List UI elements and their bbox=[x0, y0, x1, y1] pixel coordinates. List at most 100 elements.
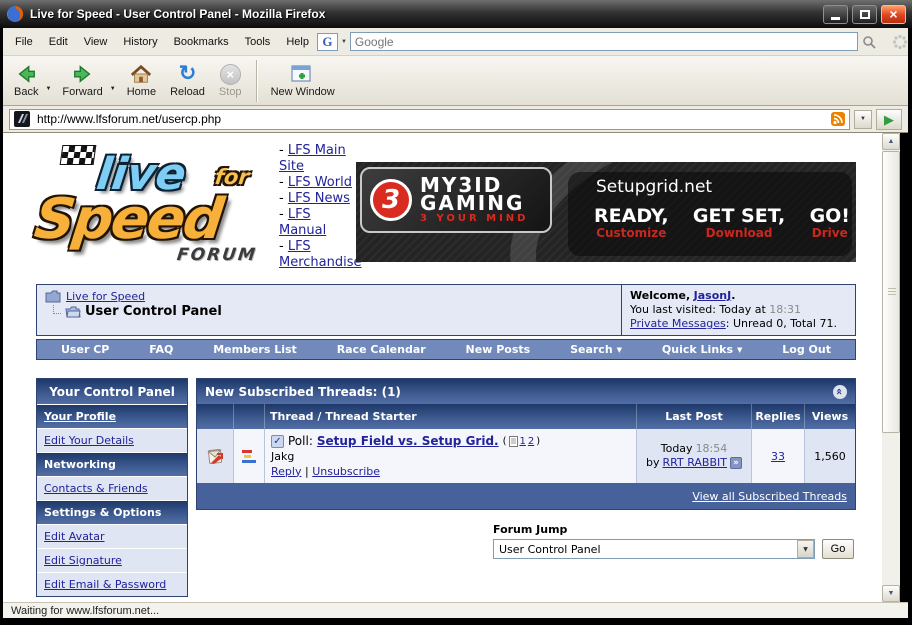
replies-count-link[interactable]: 33 bbox=[771, 450, 785, 463]
search-input[interactable] bbox=[349, 32, 858, 51]
back-dropdown-icon[interactable]: ▼ bbox=[45, 86, 51, 92]
menu-edit[interactable]: Edit bbox=[41, 31, 76, 53]
sidebar-item-contacts-friends[interactable]: Contacts & Friends bbox=[37, 476, 187, 500]
goto-last-post-button[interactable]: » bbox=[729, 457, 742, 469]
my3id-circle-icon: 3 bbox=[370, 179, 412, 221]
logo-speed-text: Speed bbox=[31, 187, 226, 252]
welcome-box: Welcome, JasonJ. You last visited: Today… bbox=[621, 285, 855, 335]
menu-history[interactable]: History bbox=[115, 31, 165, 53]
maximize-icon bbox=[859, 9, 870, 19]
forum-jump-go-button[interactable]: Go bbox=[822, 539, 854, 559]
last-post-user-link[interactable]: RRT RABBIT bbox=[663, 456, 727, 470]
url-dropdown-icon[interactable]: ▼ bbox=[854, 109, 872, 129]
nav-search[interactable]: Search ▼ bbox=[570, 343, 622, 356]
unsubscribe-link[interactable]: Unsubscribe bbox=[312, 465, 380, 478]
close-button[interactable]: × bbox=[881, 4, 906, 24]
check-icon: ✓ bbox=[273, 435, 282, 447]
last-visit-time: 18:31 bbox=[769, 303, 801, 316]
sidebar-item-edit-avatar[interactable]: Edit Avatar bbox=[37, 524, 187, 548]
ad-banner[interactable]: 3 MY3ID GAMING 3 YOUR MIND Setupgrid.net… bbox=[356, 162, 856, 262]
reply-link[interactable]: Reply bbox=[271, 465, 301, 478]
logo-forum-text: FORUM bbox=[175, 245, 259, 265]
thread-title-link[interactable]: Setup Field vs. Setup Grid. bbox=[317, 434, 499, 449]
go-button[interactable]: ▶ bbox=[876, 108, 902, 130]
sidebar-item-edit-signature[interactable]: Edit Signature bbox=[37, 548, 187, 572]
scroll-up-button[interactable]: ▲ bbox=[882, 133, 900, 150]
control-panel-sidebar: Your Control Panel Your Profile Edit You… bbox=[36, 378, 188, 597]
breadcrumb-root-link[interactable]: Live for Speed bbox=[66, 290, 145, 303]
scroll-up-icon: ▲ bbox=[887, 138, 895, 145]
sidebar-category-settings: Settings & Options bbox=[37, 500, 187, 524]
sidebar-item-edit-email-password[interactable]: Edit Email & Password bbox=[37, 572, 187, 596]
page-2-link[interactable]: 2 bbox=[528, 434, 534, 449]
link-lfs-news[interactable]: LFS News bbox=[288, 191, 350, 206]
view-all-subscribed-link[interactable]: View all Subscribed Threads bbox=[692, 490, 847, 503]
menu-help[interactable]: Help bbox=[278, 31, 317, 53]
panel-footer: View all Subscribed Threads bbox=[197, 483, 855, 509]
link-lfs-manual[interactable]: LFS Manual bbox=[279, 207, 326, 238]
breadcrumb-current: User Control Panel bbox=[85, 304, 222, 319]
site-favicon bbox=[14, 111, 30, 127]
link-row: - LFS Merchandise bbox=[279, 239, 362, 270]
nav-members-list[interactable]: Members List bbox=[213, 343, 297, 356]
menu-bookmarks[interactable]: Bookmarks bbox=[166, 31, 237, 53]
chevron-down-icon[interactable]: ▼ bbox=[341, 39, 347, 45]
search-engine-button[interactable]: G bbox=[316, 32, 338, 51]
url-box bbox=[9, 108, 850, 130]
replies-cell: 33 bbox=[751, 429, 804, 483]
subscription-checkbox[interactable]: ✓ bbox=[271, 434, 284, 448]
username-link[interactable]: JasonJ bbox=[694, 289, 732, 302]
home-button[interactable]: Home bbox=[120, 58, 163, 104]
menu-view[interactable]: View bbox=[76, 31, 116, 53]
new-window-button[interactable]: New Window bbox=[264, 58, 342, 104]
link-lfs-main-site[interactable]: LFS Main Site bbox=[279, 143, 346, 174]
nav-faq[interactable]: FAQ bbox=[149, 343, 173, 356]
lfs-forum-logo[interactable]: live for Speed FORUM bbox=[9, 141, 273, 269]
multipage-icon bbox=[508, 435, 518, 447]
search-bar: G ▼ bbox=[316, 32, 880, 51]
menu-file[interactable]: File bbox=[7, 31, 41, 53]
reload-button[interactable]: ↻ Reload bbox=[163, 58, 212, 104]
vertical-scrollbar[interactable]: ▲ ▼ bbox=[882, 133, 900, 602]
forward-button[interactable]: Forward bbox=[55, 58, 109, 104]
poll-icon bbox=[241, 448, 257, 464]
window-title: Live for Speed - User Control Panel - Mo… bbox=[30, 7, 326, 21]
minimize-icon bbox=[831, 17, 840, 20]
column-poll bbox=[233, 404, 264, 429]
link-lfs-world[interactable]: LFS World bbox=[288, 175, 352, 190]
search-icon[interactable] bbox=[858, 32, 880, 51]
menu-tools[interactable]: Tools bbox=[237, 31, 279, 53]
url-input[interactable] bbox=[35, 110, 826, 128]
scroll-down-button[interactable]: ▼ bbox=[882, 585, 900, 602]
forum-jump-select[interactable]: User Control Panel ▼ bbox=[493, 539, 815, 559]
forward-dropdown-icon[interactable]: ▼ bbox=[110, 86, 116, 92]
open-folder-icon bbox=[65, 306, 81, 318]
back-button[interactable]: Back bbox=[7, 58, 45, 104]
scrollbar-grip bbox=[888, 288, 896, 296]
close-icon: × bbox=[889, 6, 898, 22]
forum-jump: Forum Jump User Control Panel ▼ Go bbox=[493, 523, 857, 559]
sidebar-item-your-profile[interactable]: Your Profile bbox=[37, 404, 187, 428]
nav-user-cp[interactable]: User CP bbox=[61, 343, 109, 356]
rss-icon[interactable] bbox=[831, 112, 845, 126]
collapse-button[interactable]: « bbox=[833, 384, 847, 399]
scroll-down-icon: ▼ bbox=[887, 590, 895, 597]
back-arrow-icon bbox=[18, 65, 36, 83]
page-1-link[interactable]: 1 bbox=[520, 434, 526, 449]
tree-connector bbox=[53, 304, 61, 314]
minimize-button[interactable] bbox=[823, 4, 848, 24]
nav-new-posts[interactable]: New Posts bbox=[466, 343, 531, 356]
column-last-post: Last Post bbox=[636, 404, 751, 429]
nav-race-calendar[interactable]: Race Calendar bbox=[337, 343, 426, 356]
thread-row: ✓ Poll: Setup Field vs. Setup Grid. ( 1 … bbox=[197, 429, 855, 483]
sidebar-item-edit-details[interactable]: Edit Your Details bbox=[37, 428, 187, 452]
thread-pages: ( 1 2 ) bbox=[502, 434, 541, 449]
scrollbar-thumb[interactable] bbox=[882, 151, 900, 433]
nav-quick-links[interactable]: Quick Links ▼ bbox=[662, 343, 742, 356]
maximize-button[interactable] bbox=[852, 4, 877, 24]
link-lfs-merchandise[interactable]: LFS Merchandise bbox=[279, 239, 362, 270]
stop-button[interactable]: × Stop bbox=[212, 58, 249, 104]
nav-log-out[interactable]: Log Out bbox=[782, 343, 831, 356]
reload-icon: ↻ bbox=[178, 62, 197, 85]
private-messages-link[interactable]: Private Messages bbox=[630, 317, 726, 330]
